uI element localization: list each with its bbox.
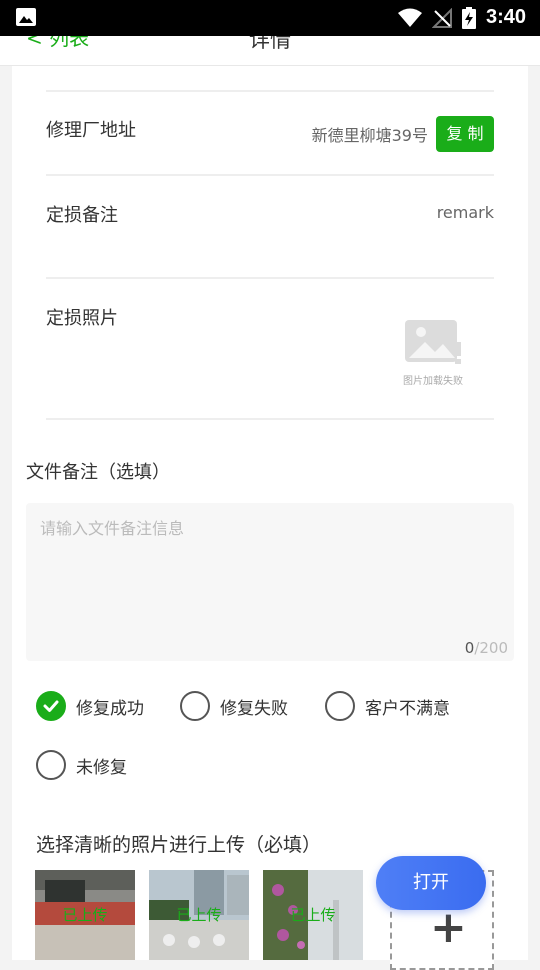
open-button[interactable]: 打开: [376, 856, 486, 910]
loss-photo-label: 定损照片: [46, 308, 118, 329]
file-remark-placeholder: 请输入文件备注信息: [40, 519, 185, 538]
broken-image-icon: [405, 320, 461, 364]
char-max: /200: [474, 639, 508, 657]
radio-not-repaired[interactable]: 未修复: [36, 750, 127, 780]
plus-icon: +: [430, 902, 467, 953]
status-bar: 3:40: [0, 0, 540, 36]
char-count: 0: [464, 639, 475, 657]
uploaded-tag: 已上传: [176, 906, 222, 924]
uploaded-photo[interactable]: 已上传: [263, 870, 363, 960]
uploaded-tag: 已上传: [290, 906, 336, 924]
wifi-icon: [397, 8, 422, 27]
page-title: 详情: [249, 36, 291, 52]
image-failed-placeholder: 图片加载失败: [396, 316, 470, 388]
nav-bar: < 列表 详情: [0, 36, 540, 66]
clock: 3:40: [485, 6, 526, 28]
radio-repair-failed[interactable]: 修复失败: [180, 691, 288, 721]
radio-label: 修复成功: [76, 698, 144, 719]
uploaded-tag: 已上传: [62, 906, 108, 924]
no-signal-icon: [431, 7, 452, 28]
uploaded-photo[interactable]: 已上传: [149, 870, 249, 960]
radio-label: 未修复: [76, 757, 127, 778]
radio-unchecked-icon: [180, 691, 210, 721]
divider: [46, 277, 494, 279]
radio-checked-icon: [36, 691, 66, 721]
file-remark-input[interactable]: 请输入文件备注信息 0/200: [26, 503, 514, 661]
copy-button[interactable]: 复 制: [436, 116, 494, 152]
gallery-icon: [16, 8, 36, 26]
divider: [46, 174, 494, 176]
upload-label: 选择清晰的照片进行上传（必填）: [36, 834, 322, 856]
uploaded-photo[interactable]: 已上传: [35, 870, 135, 960]
radio-repair-success[interactable]: 修复成功: [36, 691, 144, 721]
radio-label: 修复失败: [220, 698, 288, 719]
divider: [46, 90, 494, 92]
main-content[interactable]: 修理厂地址 新德里柳塘39号 复 制 定损备注 remark 定损照片 图片加载…: [0, 66, 540, 960]
radio-customer-unsatisfied[interactable]: 客户不满意: [325, 691, 450, 721]
char-counter: 0/200: [465, 639, 508, 657]
file-remark-label: 文件备注（选填）: [26, 462, 170, 483]
radio-label: 客户不满意: [365, 698, 450, 719]
image-failed-caption: 图片加载失败: [403, 376, 463, 387]
loss-remark-value: remark: [436, 203, 494, 222]
radio-unchecked-icon: [36, 750, 66, 780]
radio-unchecked-icon: [325, 691, 355, 721]
divider: [46, 418, 494, 420]
repair-shop-address-label: 修理厂地址: [46, 120, 136, 141]
battery-charging-icon: [461, 6, 476, 29]
repair-shop-address-value: 新德里柳塘39号: [311, 126, 428, 145]
loss-remark-label: 定损备注: [46, 205, 118, 226]
